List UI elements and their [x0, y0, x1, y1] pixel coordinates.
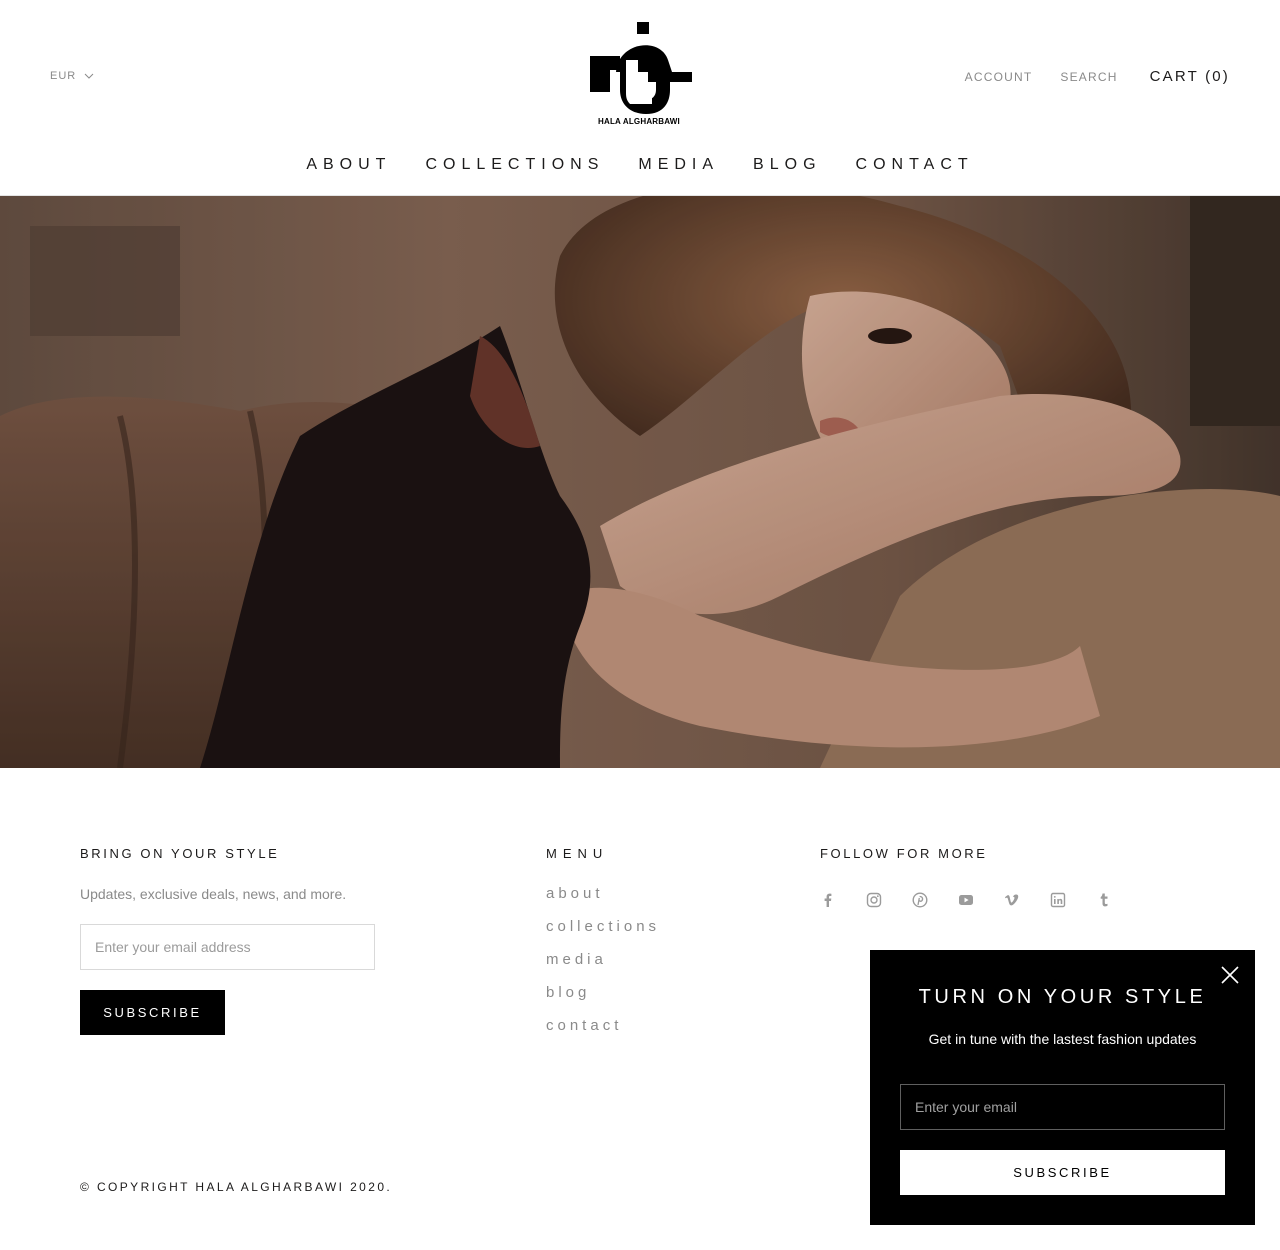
close-icon[interactable] [1221, 966, 1239, 984]
nav-item-blog[interactable]: BLOG [753, 156, 821, 174]
currency-selector[interactable]: EUR [50, 70, 94, 82]
nav-item-contact[interactable]: CONTACT [856, 156, 974, 174]
hero-photo [0, 196, 1280, 768]
youtube-icon[interactable] [958, 892, 974, 908]
facebook-icon[interactable] [820, 892, 836, 908]
footer-menu-item-about[interactable]: about [546, 884, 660, 917]
footer-menu: about collections media blog contact [546, 884, 660, 1049]
popup-title: TURN ON YOUR STYLE [918, 986, 1207, 1008]
nav-item-collections[interactable]: COLLECTIONS [425, 156, 604, 174]
menu-heading: MENU [546, 846, 609, 861]
hero-image [0, 196, 1280, 768]
newsletter-heading: BRING ON YOUR STYLE [80, 846, 280, 861]
tumblr-icon[interactable] [1096, 892, 1112, 908]
newsletter-subtext: Updates, exclusive deals, news, and more… [80, 886, 347, 902]
account-link[interactable]: ACCOUNT [965, 70, 1033, 84]
chevron-down-icon [84, 73, 94, 79]
popup-subtitle: Get in tune with the lastest fashion upd… [928, 1031, 1197, 1047]
newsletter-subscribe-button[interactable]: SUBSCRIBE [80, 990, 225, 1035]
logo-mark-icon [590, 22, 692, 114]
instagram-icon[interactable] [866, 892, 882, 908]
brand-logo[interactable]: HALA ALGHARBAWI [586, 20, 692, 132]
header-links: ACCOUNT SEARCH CART (0) [937, 68, 1230, 85]
popup-email-input[interactable] [900, 1084, 1225, 1130]
newsletter-email-input[interactable] [80, 924, 375, 970]
footer-menu-item-blog[interactable]: blog [546, 983, 660, 1016]
currency-label: EUR [50, 70, 77, 82]
footer-menu-item-contact[interactable]: contact [546, 1016, 660, 1049]
follow-heading: FOLLOW FOR MORE [820, 846, 988, 861]
copyright-text: © COPYRIGHT HALA ALGHARBAWI 2020. [80, 1180, 393, 1194]
nav-item-media[interactable]: MEDIA [638, 156, 719, 174]
cart-link[interactable]: CART (0) [1150, 68, 1230, 85]
linkedin-icon[interactable] [1050, 892, 1066, 908]
newsletter-popup: TURN ON YOUR STYLE Get in tune with the … [870, 950, 1255, 1225]
search-link[interactable]: SEARCH [1060, 70, 1117, 84]
nav-item-about[interactable]: ABOUT [306, 156, 391, 174]
footer-menu-item-collections[interactable]: collections [546, 917, 660, 950]
site-header: EUR HALA ALGHARBAWI ACCOUNT SEARCH CART … [0, 0, 1280, 196]
popup-subscribe-button[interactable]: SUBSCRIBE [900, 1150, 1225, 1195]
social-links [820, 892, 1142, 908]
main-nav: ABOUT COLLECTIONS MEDIA BLOG CONTACT [0, 156, 1280, 174]
footer-menu-item-media[interactable]: media [546, 950, 660, 983]
vimeo-icon[interactable] [1004, 892, 1020, 908]
pinterest-icon[interactable] [912, 892, 928, 908]
logo-text: HALA ALGHARBAWI [598, 117, 680, 126]
